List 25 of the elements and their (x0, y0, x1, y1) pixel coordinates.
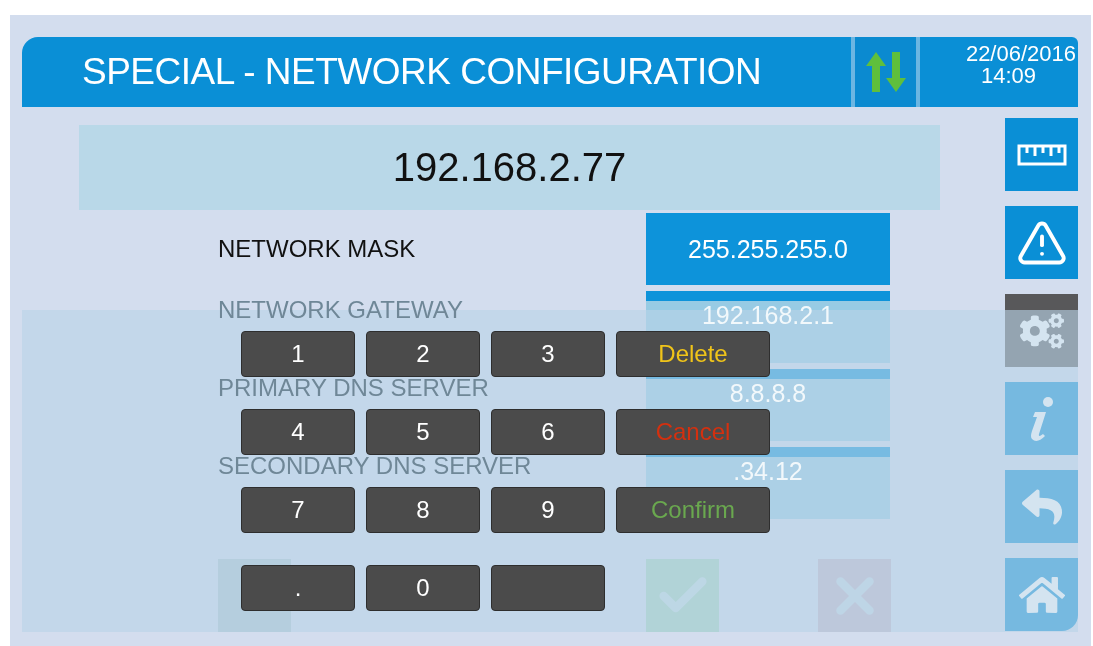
time-text: 14:09 (980, 65, 1037, 87)
keypad-key[interactable]: 8 (366, 487, 480, 533)
keypad-key[interactable]: 6 (491, 409, 605, 455)
keypad-key[interactable]: 1 (241, 331, 355, 377)
keypad-key[interactable] (491, 565, 605, 611)
date-text: 22/06/2016 (965, 43, 1076, 65)
keypad-action-key[interactable]: Delete (616, 331, 770, 377)
keypad-key[interactable]: 7 (241, 487, 355, 533)
sidebar-button[interactable] (1005, 118, 1078, 191)
keypad-key[interactable]: 3 (491, 331, 605, 377)
keypad-key[interactable]: . (241, 565, 355, 611)
sidebar-button[interactable] (1005, 294, 1078, 367)
keypad-key[interactable]: 4 (241, 409, 355, 455)
up-down-arrows-icon (864, 52, 907, 92)
keypad-key[interactable]: 5 (366, 409, 480, 455)
keypad-key[interactable]: 0 (366, 565, 480, 611)
page-title: SPECIAL - NETWORK CONFIGURATION (81, 50, 763, 94)
field-label: NETWORK MASK (218, 237, 417, 261)
ruler-icon (1016, 143, 1067, 166)
ip-address-display: 192.168.2.77 (79, 125, 940, 210)
keypad-key[interactable]: 2 (366, 331, 480, 377)
confirm-button[interactable] (646, 559, 719, 632)
field-label: NETWORK GATEWAY (218, 295, 464, 322)
sidebar-button[interactable] (1005, 206, 1078, 279)
keypad-key[interactable]: 9 (491, 487, 605, 533)
